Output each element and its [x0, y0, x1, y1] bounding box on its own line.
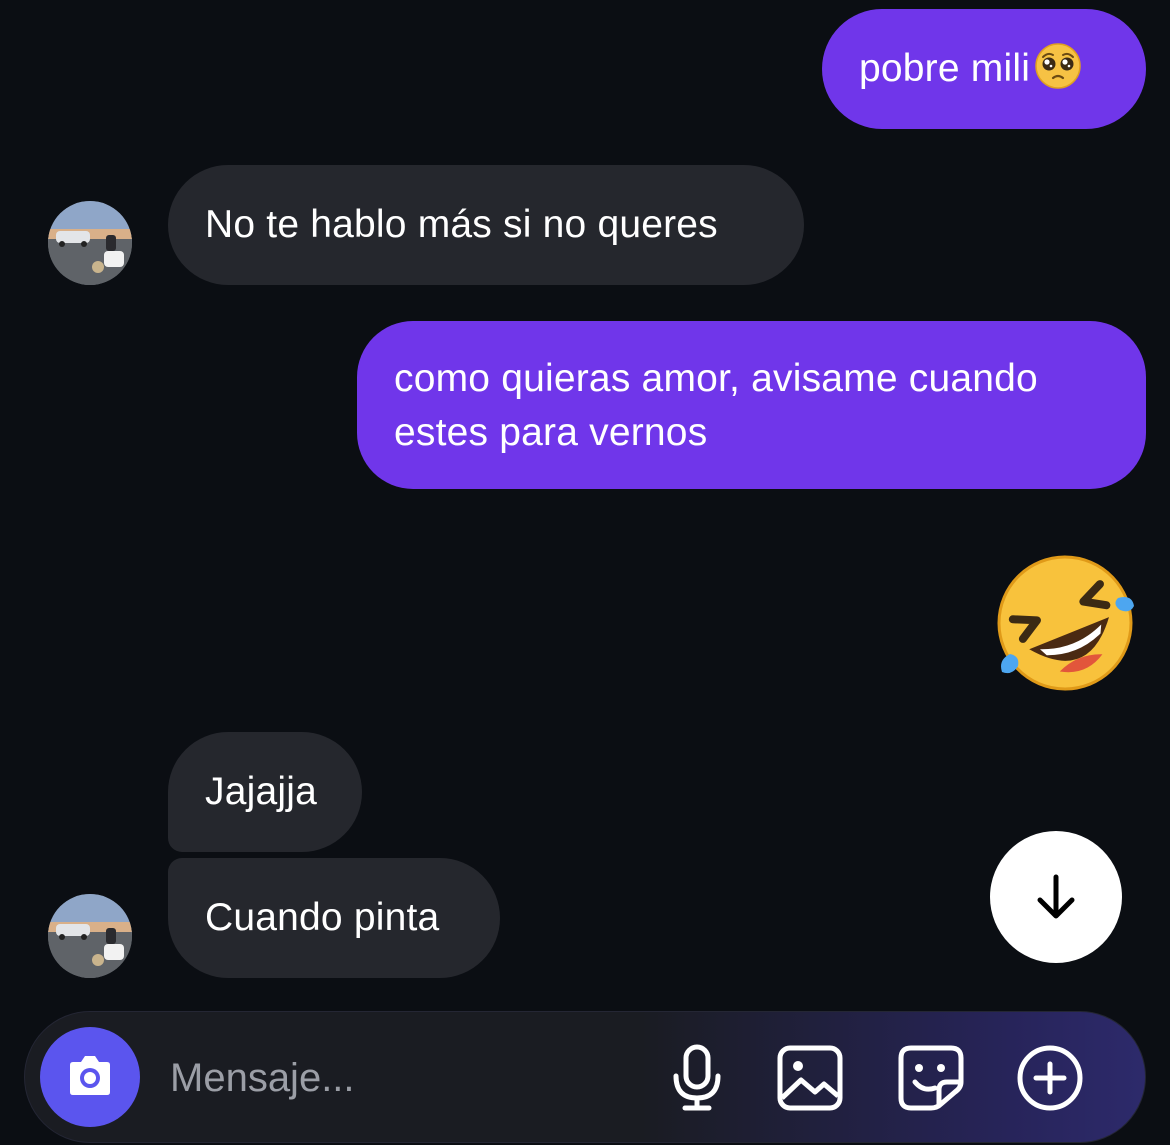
pleading-face-emoji-icon [1035, 43, 1081, 89]
outgoing-message[interactable]: como quieras amor, avisame cuando estes … [357, 321, 1146, 489]
incoming-message[interactable]: No te hablo más si no queres [168, 165, 804, 285]
plus-icon [1017, 1045, 1083, 1111]
incoming-message[interactable]: Jajajja [168, 732, 362, 852]
camera-icon [70, 1056, 110, 1095]
message-text-line: estes para vernos [394, 411, 708, 454]
message-text: No te hablo más si no queres [205, 203, 718, 246]
more-options-button[interactable] [1012, 1040, 1088, 1116]
camera-button[interactable] [40, 1027, 140, 1127]
message-text: pobre mili [859, 47, 1031, 90]
sticker-button[interactable] [893, 1040, 969, 1116]
contact-avatar[interactable] [48, 894, 132, 978]
message-input[interactable] [170, 1050, 630, 1106]
message-composer [24, 1011, 1146, 1143]
avatar-photo [48, 201, 132, 285]
scroll-to-bottom-button[interactable] [990, 831, 1122, 963]
avatar-photo [48, 894, 132, 978]
message-text: Cuando pinta [205, 896, 440, 939]
contact-avatar[interactable] [48, 201, 132, 285]
gallery-icon [777, 1045, 843, 1111]
rolling-on-the-floor-laughing-emoji-icon[interactable] [990, 548, 1140, 698]
outgoing-message[interactable]: pobre mili [822, 9, 1146, 129]
message-text: Jajajja [205, 770, 317, 813]
voice-message-button[interactable] [659, 1040, 735, 1116]
gallery-button[interactable] [772, 1040, 848, 1116]
microphone-icon [673, 1044, 721, 1111]
arrow-down-icon [1037, 874, 1075, 919]
sticker-icon [898, 1045, 964, 1111]
incoming-message[interactable]: Cuando pinta [168, 858, 500, 978]
message-text-line: como quieras amor, avisame cuando [394, 357, 1038, 400]
